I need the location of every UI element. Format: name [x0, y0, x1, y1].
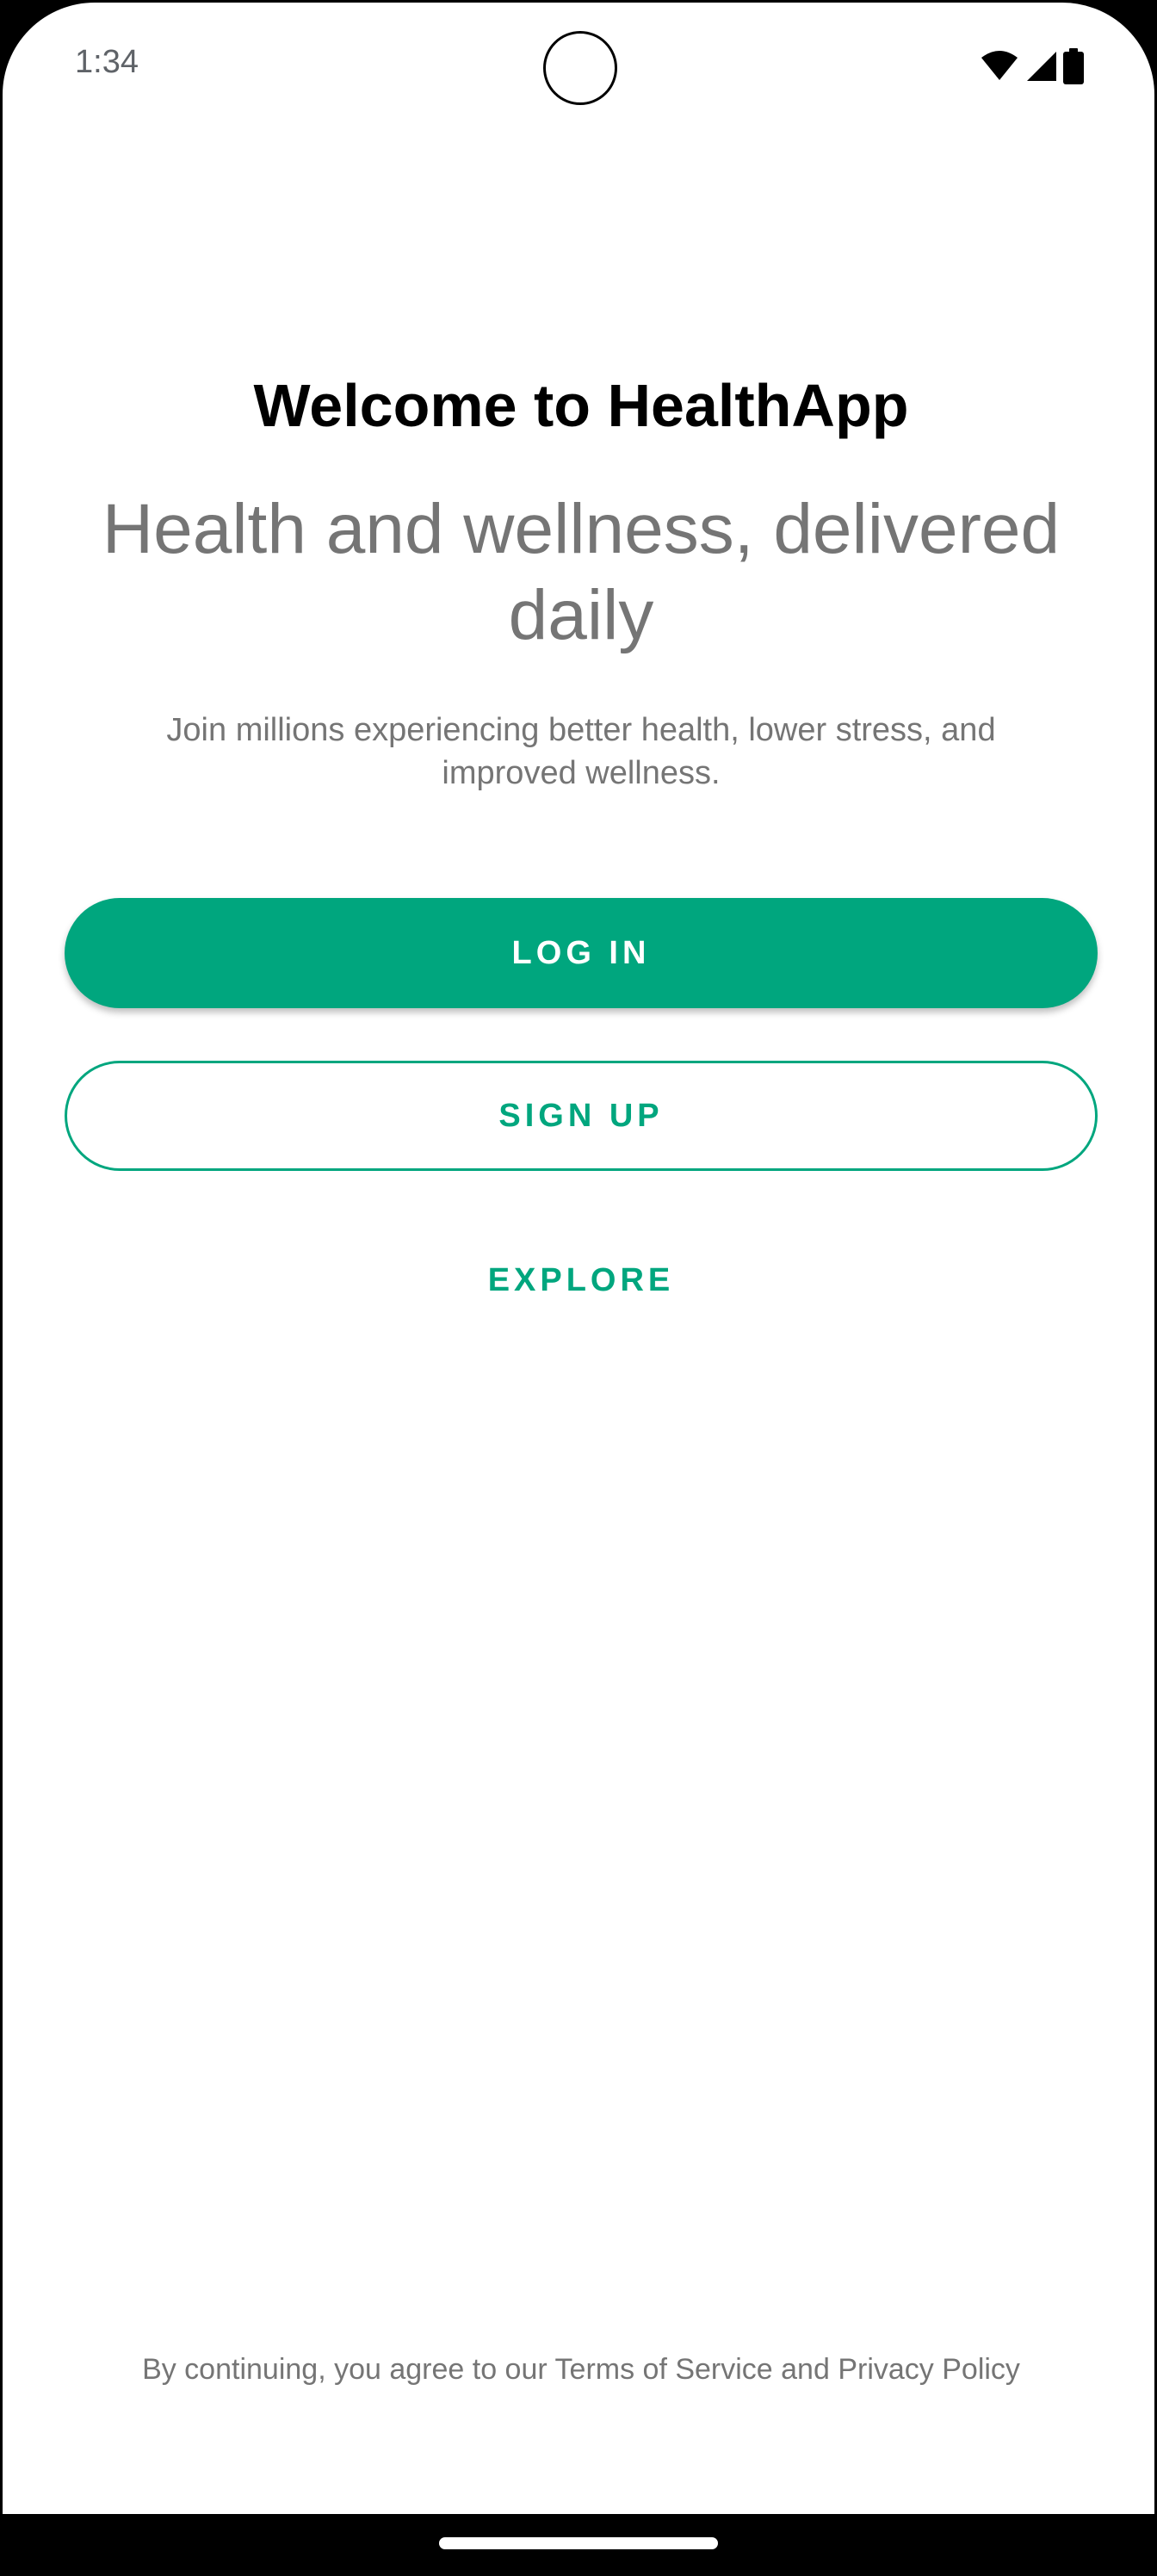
- phone-frame: 1:34 Welcome to HealthApp Health and wel…: [0, 0, 1157, 2576]
- app-screen: 1:34 Welcome to HealthApp Health and wel…: [0, 0, 1157, 2576]
- wifi-icon: [981, 51, 1018, 82]
- status-time: 1:34: [75, 44, 139, 80]
- camera-cutout: [543, 31, 617, 105]
- status-bar: 1:34: [3, 3, 1154, 132]
- status-icons: [981, 48, 1084, 84]
- cellular-signal-icon: [1024, 50, 1058, 83]
- explore-button[interactable]: EXPLORE: [65, 1225, 1098, 1335]
- legal-text: By continuing, you agree to our Terms of…: [142, 2353, 1020, 2386]
- welcome-section: Welcome to HealthApp Health and wellness…: [65, 364, 1098, 795]
- home-indicator[interactable]: [439, 2537, 718, 2549]
- signup-button[interactable]: SIGN UP: [65, 1061, 1098, 1171]
- tagline: Join millions experiencing better health…: [166, 712, 996, 791]
- headline: Health and wellness, delivered daily: [102, 490, 1061, 654]
- battery-icon: [1063, 48, 1084, 84]
- login-button[interactable]: LOG IN: [65, 898, 1098, 1008]
- page-title: Welcome to HealthApp: [253, 372, 909, 439]
